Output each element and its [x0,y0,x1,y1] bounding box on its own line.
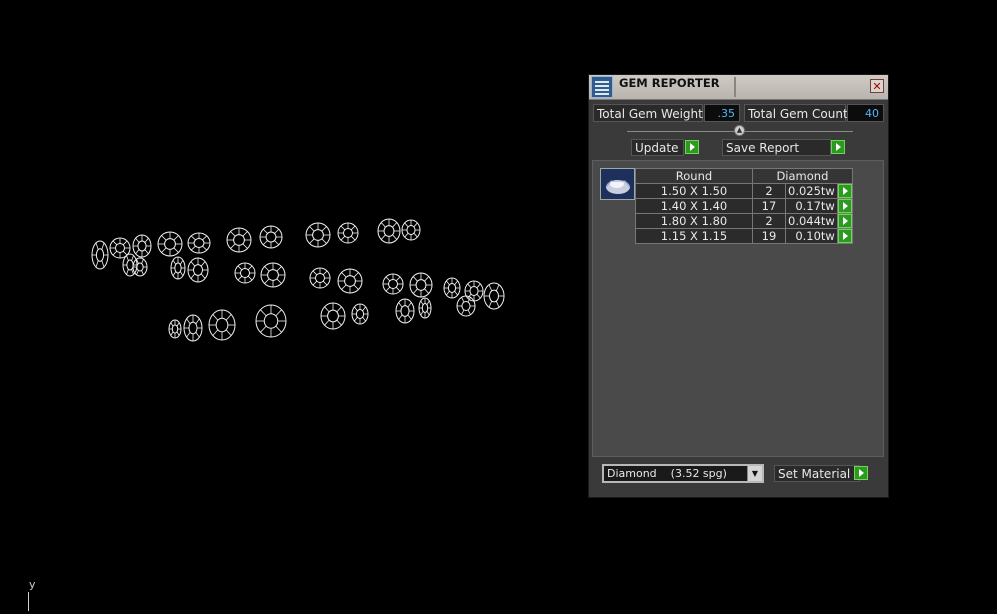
panel-titlebar[interactable]: GEM REPORTER ✕ [589,75,888,100]
row-count: 17 [752,198,786,214]
update-go-icon[interactable] [685,140,699,154]
axis-y-line [28,592,29,611]
row-weight: 0.10tw [785,228,838,244]
row-count: 2 [752,213,786,229]
gem-wireframe[interactable] [260,262,286,288]
gem-wireframe[interactable] [395,298,415,324]
gem-wireframe[interactable] [226,227,252,253]
total-gem-count-value: 40 [847,104,884,122]
row-size: 1.15 X 1.15 [635,228,753,244]
table-row: 1.15 X 1.15 19 0.10tw [635,228,853,244]
row-size: 1.40 X 1.40 [635,198,753,214]
gem-wireframe[interactable] [259,225,283,249]
material-bar: Diamond (3.52 spg) ▼ Set Material [589,460,888,497]
row-size: 1.80 X 1.80 [635,213,753,229]
gem-wireframe[interactable] [305,222,331,248]
gem-wireframe[interactable] [168,319,182,339]
table-row: 1.40 X 1.40 17 0.17tw [635,198,853,214]
gem-wireframe[interactable] [351,303,369,325]
gem-wireframe[interactable] [382,273,404,295]
row-select-cell[interactable] [836,228,853,244]
gem-thumbnail-icon[interactable] [600,168,635,200]
gem-wireframe[interactable] [401,219,421,241]
material-select-value: Diamond (3.52 spg) [607,467,727,480]
close-icon[interactable]: ✕ [870,79,884,93]
total-gem-weight-label: Total Gem Weight [593,104,703,122]
gem-wireframe[interactable] [337,268,363,294]
save-report-go-icon[interactable] [831,140,845,154]
gem-wireframe[interactable] [377,218,401,244]
row-select-cell[interactable] [836,213,853,229]
row-select-cell[interactable] [836,198,853,214]
gem-wireframe[interactable] [443,277,461,299]
total-gem-weight-value: .35 [704,104,740,122]
row-count: 19 [752,228,786,244]
update-button[interactable]: Update [631,139,684,156]
total-gem-count-label: Total Gem Count [744,104,848,122]
gem-wireframe[interactable] [132,257,148,277]
gem-wireframe[interactable] [337,222,359,244]
panel-splitter-handle[interactable]: ▲ [734,125,745,136]
gem-report-table: Round Diamond 1.50 X 1.50 2 0.025tw 1.40… [635,168,853,244]
gem-wireframe[interactable] [409,272,433,298]
column-header-shape: Round [635,168,753,184]
gem-wireframe[interactable] [483,282,505,310]
table-row: 1.50 X 1.50 2 0.025tw [635,183,853,199]
gem-wireframe[interactable] [157,231,183,257]
gem-wireframe[interactable] [234,262,256,284]
axis-y-label: y [29,578,36,591]
green-arrow-icon[interactable] [837,229,852,243]
gem-wireframe[interactable] [187,257,209,283]
table-row: 1.80 X 1.80 2 0.044tw [635,213,853,229]
gem-wireframe[interactable] [208,309,236,341]
gem-wireframe[interactable] [418,297,432,319]
title-divider [734,77,736,97]
green-arrow-icon[interactable] [837,184,852,198]
column-header-material: Diamond [752,168,853,184]
material-select[interactable]: Diamond (3.52 spg) ▼ [602,464,764,483]
gem-wireframe[interactable] [132,234,152,258]
row-count: 2 [752,183,786,199]
panel-title: GEM REPORTER [619,76,720,90]
gem-wireframe[interactable] [464,280,484,302]
gem-wireframe[interactable] [456,295,476,317]
gem-wireframe[interactable] [183,314,203,342]
gem-wireframe[interactable] [255,304,287,338]
gem-reporter-app-icon [591,76,613,98]
gem-wireframe[interactable] [187,232,211,254]
gem-wireframe[interactable] [309,267,331,289]
set-material-button[interactable]: Set Material [774,465,860,482]
green-arrow-icon[interactable] [837,199,852,213]
set-material-go-icon[interactable] [854,466,868,480]
chevron-down-icon[interactable]: ▼ [747,466,762,481]
gem-wireframe[interactable] [91,240,109,270]
row-weight: 0.044tw [785,213,838,229]
row-select-cell[interactable] [836,183,853,199]
gem-wireframe[interactable] [320,302,346,330]
gem-wireframe[interactable] [170,256,186,280]
table-header-row: Round Diamond [635,168,853,184]
save-report-button[interactable]: Save Report [722,139,831,156]
row-weight: 0.025tw [785,183,838,199]
row-size: 1.50 X 1.50 [635,183,753,199]
report-area: Round Diamond 1.50 X 1.50 2 0.025tw 1.40… [592,160,884,457]
green-arrow-icon[interactable] [837,214,852,228]
gem-reporter-panel: GEM REPORTER ✕ Total Gem Weight .35 Tota… [588,74,889,498]
row-weight: 0.17tw [785,198,838,214]
